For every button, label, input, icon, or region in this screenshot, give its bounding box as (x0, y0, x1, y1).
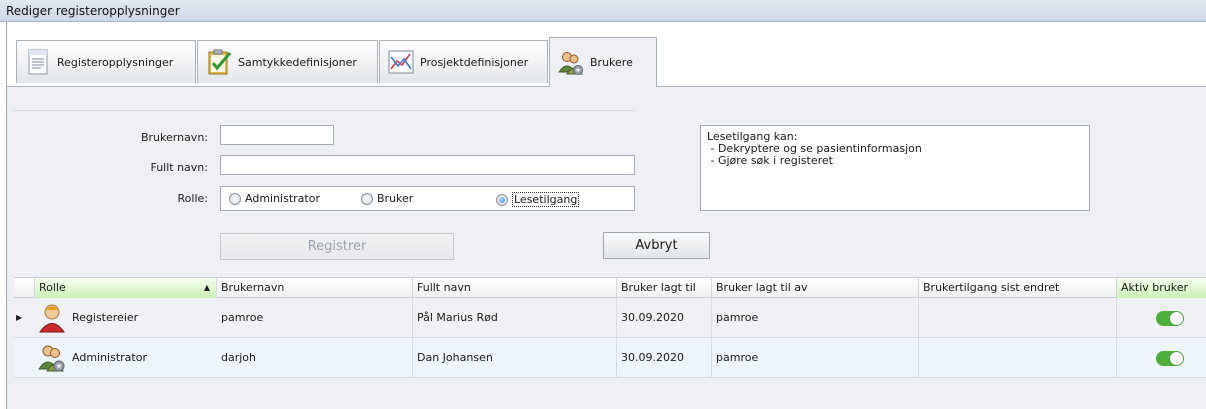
tab-label: Samtykkedefinisjoner (238, 55, 357, 69)
toggle-knob (1170, 352, 1183, 365)
clipboard-check-icon (208, 49, 232, 75)
column-header-label: Rolle (39, 281, 66, 294)
column-header-fullt-navn[interactable]: Fullt navn (413, 278, 617, 299)
fullname-input[interactable] (220, 155, 635, 175)
fullname-cell: Pål Marius Rød (413, 298, 617, 338)
column-header-aktiv-bruker[interactable]: Aktiv bruker (1117, 278, 1206, 299)
tab-label: Brukere (590, 56, 633, 69)
role-cell: Administrator (72, 351, 147, 364)
table-header: Rolle ▲ Brukernavn Fullt navn Bruker lag… (14, 277, 1206, 299)
role-cell: Registereier (72, 311, 139, 324)
column-header-bruker-lagt-til[interactable]: Bruker lagt til (617, 278, 712, 299)
radio-circle (229, 192, 241, 205)
register-button[interactable]: Registrer (220, 233, 454, 260)
tab-brukere[interactable]: Brukere (549, 37, 657, 87)
role-description-line: - Gjøre søk i registeret (707, 154, 833, 167)
window-title: Rediger registeropplysninger (0, 0, 1206, 22)
radio-circle-selected (496, 193, 508, 206)
divider (14, 110, 634, 111)
role-label: Rolle: (177, 192, 208, 205)
chart-icon (388, 50, 414, 74)
table-row[interactable]: Administrator darjoh Dan Johansen 30.09.… (14, 338, 1206, 378)
owner-avatar-icon (39, 304, 65, 333)
column-header-brukernavn[interactable]: Brukernavn (217, 278, 413, 299)
added-date-cell: 30.09.2020 (617, 338, 712, 378)
tab-label: Registeropplysninger (57, 55, 174, 69)
username-label: Brukernavn: (140, 131, 208, 144)
cancel-button[interactable]: Avbryt (603, 232, 710, 259)
tab-prosjektdefinisjoner[interactable]: Prosjektdefinisjoner (379, 40, 548, 83)
username-input[interactable] (220, 125, 334, 145)
changed-cell (919, 338, 1117, 378)
added-date-cell: 30.09.2020 (617, 298, 712, 338)
users-gear-icon (558, 51, 583, 75)
current-row-indicator-icon: ▶ (16, 313, 23, 322)
username-cell: pamroe (217, 298, 413, 338)
radio-label: Administrator (245, 192, 320, 205)
added-by-cell: pamroe (712, 338, 919, 378)
role-radio-group: Administrator Bruker Lesetilgang (220, 186, 635, 211)
column-header-brukertilgang-sist-endret[interactable]: Brukertilgang sist endret (919, 278, 1117, 299)
radio-circle (361, 192, 373, 205)
sort-ascending-icon: ▲ (203, 283, 210, 292)
tab-registeropplysninger[interactable]: Registeropplysninger (16, 40, 196, 83)
radio-label: Bruker (377, 192, 414, 205)
document-icon (28, 49, 48, 75)
role-radio-administrator[interactable]: Administrator (229, 192, 320, 205)
added-by-cell: pamroe (712, 298, 919, 338)
role-radio-bruker[interactable]: Bruker (361, 192, 413, 205)
active-user-toggle[interactable] (1156, 311, 1184, 326)
table-row[interactable]: ▶ Registereier pamroe Pål Marius Rød 30.… (14, 298, 1206, 338)
username-cell: darjoh (217, 338, 413, 378)
fullname-cell: Dan Johansen (413, 338, 617, 378)
column-header-bruker-lagt-til-av[interactable]: Bruker lagt til av (712, 278, 919, 299)
active-user-toggle[interactable] (1156, 351, 1184, 366)
tab-label: Prosjektdefinisjoner (420, 55, 529, 69)
toggle-knob (1170, 312, 1183, 325)
row-indicator-header (14, 278, 35, 299)
role-description: Lesetilgang kan: - Dekryptere og se pasi… (700, 125, 1090, 211)
fullname-label: Fullt navn: (150, 161, 208, 174)
role-radio-lesetilgang[interactable]: Lesetilgang (496, 192, 580, 207)
admin-avatar-icon (38, 345, 65, 372)
column-header-rolle[interactable]: Rolle ▲ (35, 278, 217, 299)
radio-label: Lesetilgang (512, 192, 580, 207)
tab-samtykkedefinisjoner[interactable]: Samtykkedefinisjoner (197, 40, 378, 83)
changed-cell (919, 298, 1117, 338)
